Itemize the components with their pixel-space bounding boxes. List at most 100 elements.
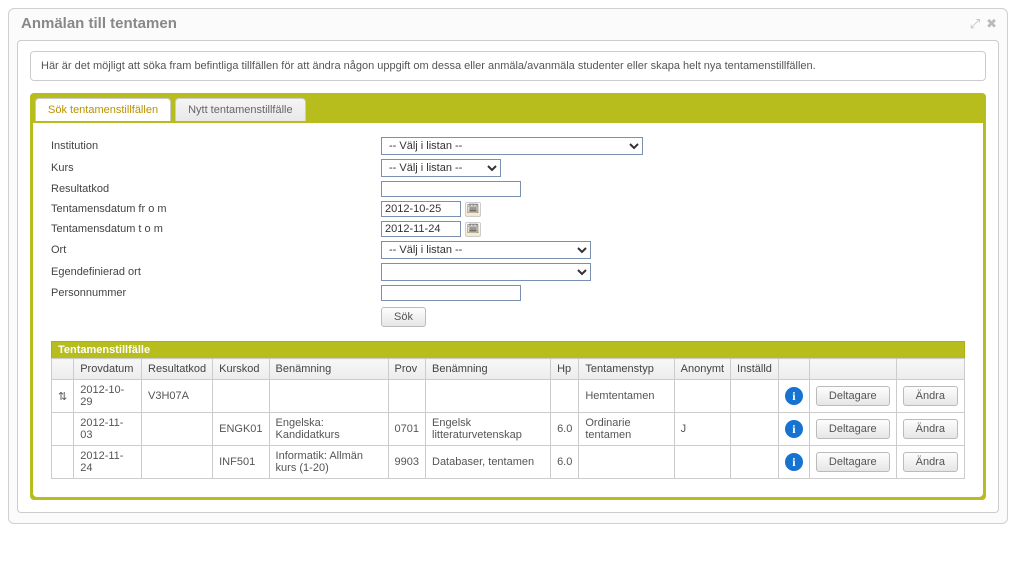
cell-tentamenstyp: Ordinarie tentamen bbox=[579, 413, 674, 446]
col-kurskod[interactable]: Kurskod bbox=[213, 359, 269, 380]
info-icon[interactable]: i bbox=[785, 453, 803, 471]
cell-benamning1: Informatik: Allmän kurs (1-20) bbox=[269, 446, 388, 479]
window-controls: ⤢ ✖ bbox=[970, 16, 997, 32]
label-egendef-ort: Egendefinierad ort bbox=[51, 266, 381, 278]
results-table: Provdatum Resultatkod Kurskod Benämning … bbox=[51, 358, 965, 479]
deltagare-button[interactable]: Deltagare bbox=[816, 386, 890, 406]
table-row: 2012-11-24 INF501Informatik: Allmän kurs … bbox=[52, 446, 965, 479]
col-prov[interactable]: Prov bbox=[388, 359, 425, 380]
cell-deltagare: Deltagare bbox=[809, 380, 896, 413]
label-datum-from: Tentamensdatum fr o m bbox=[51, 203, 381, 215]
andra-button[interactable]: Ändra bbox=[903, 386, 958, 406]
table-row: ⇅2012-10-29V3H07A Hemtentamen i Deltagare Än… bbox=[52, 380, 965, 413]
sort-handle[interactable] bbox=[52, 413, 74, 446]
label-resultatkod: Resultatkod bbox=[51, 183, 381, 195]
cell-andra: Ändra bbox=[896, 446, 964, 479]
input-datum-from[interactable] bbox=[381, 201, 461, 217]
cell-tentamenstyp: Hemtentamen bbox=[579, 380, 674, 413]
cell-benamning2: Engelsk litteraturvetenskap bbox=[426, 413, 551, 446]
select-institution[interactable]: -- Välj i listan -- bbox=[381, 137, 643, 155]
tabbar: Sök tentamenstillfällen Nytt tentamensti… bbox=[33, 96, 983, 123]
cell-info: i bbox=[778, 446, 809, 479]
col-actions1 bbox=[809, 359, 896, 380]
cell-resultatkod bbox=[142, 446, 213, 479]
cell-anonymt bbox=[674, 380, 730, 413]
close-icon[interactable]: ✖ bbox=[986, 16, 997, 32]
sort-handle[interactable]: ⇅ bbox=[52, 380, 74, 413]
info-icon[interactable]: i bbox=[785, 387, 803, 405]
cell-andra: Ändra bbox=[896, 413, 964, 446]
window-header: Anmälan till tentamen ⤢ ✖ bbox=[9, 9, 1007, 36]
cell-info: i bbox=[778, 380, 809, 413]
calendar-icon[interactable]: 🗓 bbox=[465, 202, 481, 217]
cell-installd bbox=[731, 446, 779, 479]
select-kurs[interactable]: -- Välj i listan -- bbox=[381, 159, 501, 177]
cell-deltagare: Deltagare bbox=[809, 446, 896, 479]
cell-tentamenstyp bbox=[579, 446, 674, 479]
cell-kurskod: ENGK01 bbox=[213, 413, 269, 446]
cell-andra: Ändra bbox=[896, 380, 964, 413]
cell-info: i bbox=[778, 413, 809, 446]
cell-anonymt bbox=[674, 446, 730, 479]
tabpanel-search: Institution -- Välj i listan -- Kurs -- … bbox=[33, 123, 983, 497]
window: Anmälan till tentamen ⤢ ✖ Här är det möj… bbox=[8, 8, 1008, 524]
cell-benamning2 bbox=[426, 380, 551, 413]
label-kurs: Kurs bbox=[51, 162, 381, 174]
label-datum-to: Tentamensdatum t o m bbox=[51, 223, 381, 235]
input-personnr[interactable] bbox=[381, 285, 521, 301]
cell-resultatkod: V3H07A bbox=[142, 380, 213, 413]
input-datum-to[interactable] bbox=[381, 221, 461, 237]
cell-hp: 6.0 bbox=[551, 413, 579, 446]
col-sort[interactable] bbox=[52, 359, 74, 380]
input-resultatkod[interactable] bbox=[381, 181, 521, 197]
cell-benamning1 bbox=[269, 380, 388, 413]
cell-kurskod bbox=[213, 380, 269, 413]
cell-provdatum: 2012-11-03 bbox=[74, 413, 142, 446]
search-button[interactable]: Sök bbox=[381, 307, 426, 327]
col-anonymt[interactable]: Anonymt bbox=[674, 359, 730, 380]
col-resultatkod[interactable]: Resultatkod bbox=[142, 359, 213, 380]
cell-benamning2: Databaser, tentamen bbox=[426, 446, 551, 479]
maximize-icon[interactable]: ⤢ bbox=[970, 16, 980, 32]
deltagare-button[interactable]: Deltagare bbox=[816, 419, 890, 439]
table-title: Tentamenstillfälle bbox=[51, 341, 965, 358]
table-header-row: Provdatum Resultatkod Kurskod Benämning … bbox=[52, 359, 965, 380]
cell-installd bbox=[731, 380, 779, 413]
cell-provdatum: 2012-10-29 bbox=[74, 380, 142, 413]
tabstrip: Sök tentamenstillfällen Nytt tentamensti… bbox=[30, 93, 986, 500]
table-row: 2012-11-03 ENGK01Engelska: Kandidatkurs07… bbox=[52, 413, 965, 446]
col-hp[interactable]: Hp bbox=[551, 359, 579, 380]
col-installd[interactable]: Inställd bbox=[731, 359, 779, 380]
cell-prov: 9903 bbox=[388, 446, 425, 479]
cell-kurskod: INF501 bbox=[213, 446, 269, 479]
deltagare-button[interactable]: Deltagare bbox=[816, 452, 890, 472]
col-provdatum[interactable]: Provdatum bbox=[74, 359, 142, 380]
col-benamning2[interactable]: Benämning bbox=[426, 359, 551, 380]
select-egendef-ort[interactable] bbox=[381, 263, 591, 281]
cell-prov: 0701 bbox=[388, 413, 425, 446]
calendar-icon[interactable]: 🗓 bbox=[465, 222, 481, 237]
tab-new[interactable]: Nytt tentamenstillfälle bbox=[175, 98, 306, 121]
intro-text: Här är det möjligt att söka fram befintl… bbox=[30, 51, 986, 81]
col-info bbox=[778, 359, 809, 380]
andra-button[interactable]: Ändra bbox=[903, 452, 958, 472]
cell-prov bbox=[388, 380, 425, 413]
info-icon[interactable]: i bbox=[785, 420, 803, 438]
label-ort: Ort bbox=[51, 244, 381, 256]
window-title: Anmälan till tentamen bbox=[21, 15, 177, 32]
andra-button[interactable]: Ändra bbox=[903, 419, 958, 439]
cell-deltagare: Deltagare bbox=[809, 413, 896, 446]
cell-benamning1: Engelska: Kandidatkurs bbox=[269, 413, 388, 446]
cell-hp: 6.0 bbox=[551, 446, 579, 479]
tab-search[interactable]: Sök tentamenstillfällen bbox=[35, 98, 171, 121]
sort-handle[interactable] bbox=[52, 446, 74, 479]
col-tentamenstyp[interactable]: Tentamenstyp bbox=[579, 359, 674, 380]
cell-installd bbox=[731, 413, 779, 446]
label-personnr: Personnummer bbox=[51, 287, 381, 299]
cell-resultatkod bbox=[142, 413, 213, 446]
cell-provdatum: 2012-11-24 bbox=[74, 446, 142, 479]
col-benamning1[interactable]: Benämning bbox=[269, 359, 388, 380]
cell-anonymt: J bbox=[674, 413, 730, 446]
select-ort[interactable]: -- Välj i listan -- bbox=[381, 241, 591, 259]
label-institution: Institution bbox=[51, 140, 381, 152]
